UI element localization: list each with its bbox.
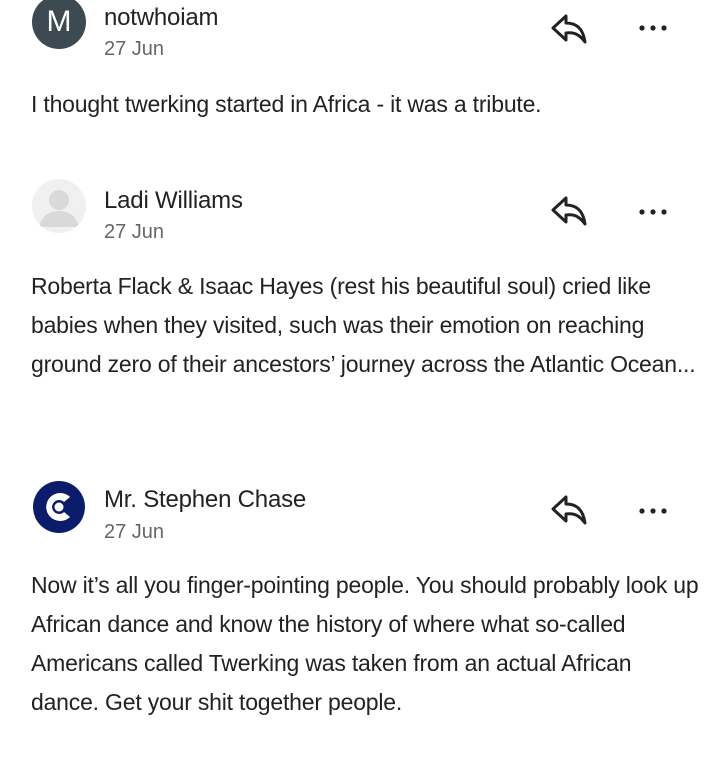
avatar[interactable] [32, 480, 86, 534]
more-options-icon [639, 508, 667, 514]
comment-date: 27 Jun [104, 521, 165, 543]
reply-arrow-icon [551, 495, 587, 525]
comment-author[interactable]: Mr. Stephen Chase [104, 486, 306, 514]
comment-text: Now it’s all you finger-pointing people.… [31, 572, 699, 715]
brand-logo-icon [33, 481, 85, 533]
more-options-button[interactable] [628, 496, 678, 526]
comment-item: Mr. Stephen Chase 27 Jun Now it’s all yo… [0, 0, 720, 777]
reply-button[interactable] [548, 493, 590, 529]
